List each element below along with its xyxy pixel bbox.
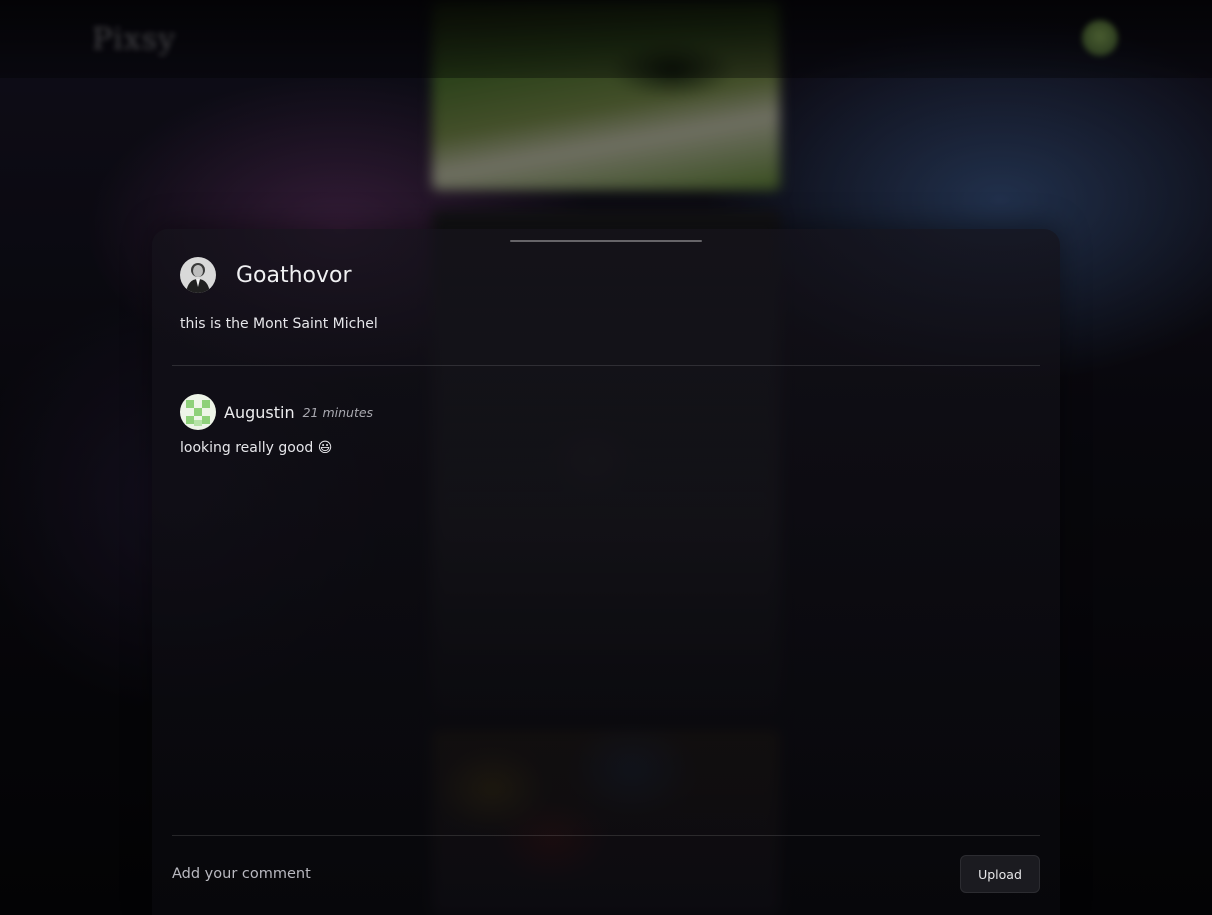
post-caption: this is the Mont Saint Michel: [180, 316, 378, 332]
comment-item: Augustin 21 minutes looking really good …: [180, 394, 1020, 456]
comment-text: looking really good 😃: [180, 440, 333, 456]
commenter-name[interactable]: Augustin: [224, 403, 295, 422]
upload-button[interactable]: Upload: [960, 855, 1040, 893]
comments-sheet: Goathovor this is the Mont Saint Michel …: [152, 229, 1060, 915]
post-header: Goathovor: [180, 257, 352, 293]
identicon-green-icon: [180, 394, 216, 430]
divider: [172, 835, 1040, 836]
avatar-portrait-photo-icon: [180, 257, 216, 293]
sheet-drag-handle[interactable]: [510, 240, 702, 242]
comment-header: Augustin 21 minutes: [180, 394, 1020, 430]
divider: [172, 365, 1040, 366]
comment-timestamp: 21 minutes: [302, 404, 374, 420]
author-name[interactable]: Goathovor: [236, 263, 352, 288]
comment-composer: Upload: [172, 854, 1040, 894]
author-avatar[interactable]: [180, 257, 216, 293]
comment-input[interactable]: [172, 866, 960, 882]
commenter-avatar[interactable]: [180, 394, 216, 430]
